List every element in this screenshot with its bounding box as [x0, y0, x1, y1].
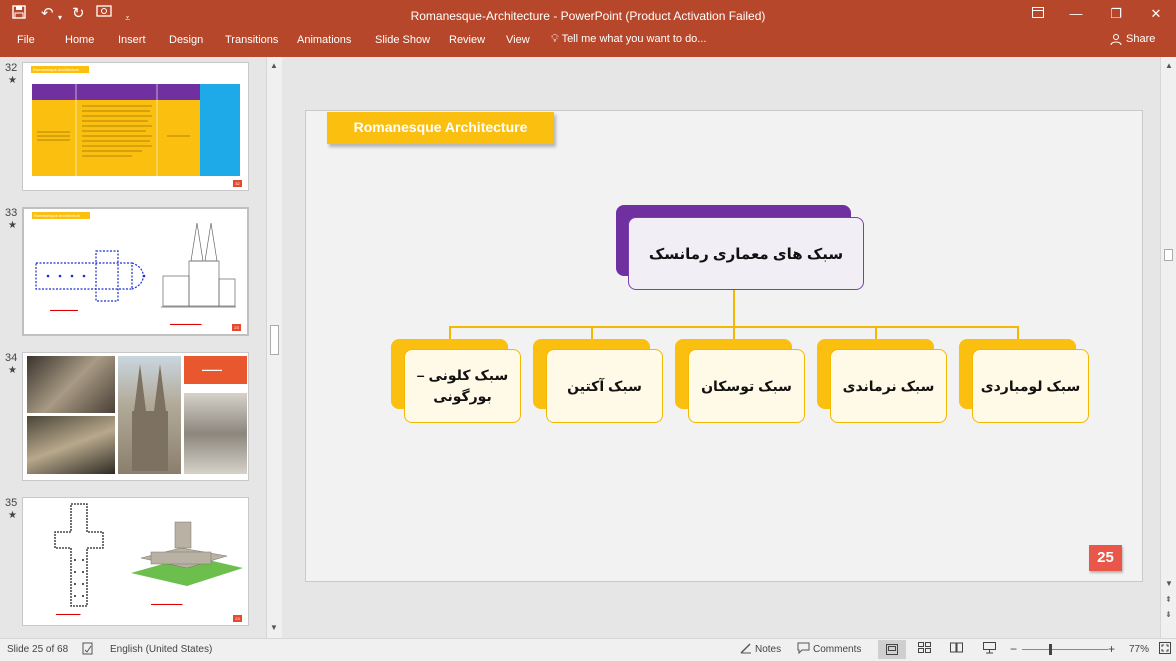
ribbon-tabs: File Home Insert Design Transitions Anim…: [0, 30, 1176, 57]
nave-photo: [184, 393, 247, 474]
ribbon-display-icon[interactable]: [1028, 6, 1048, 21]
animation-star-icon: ★: [8, 75, 17, 86]
child-node-norman[interactable]: سبک نرماندی: [830, 349, 947, 423]
status-bar: Slide 25 of 68 English (United States) N…: [0, 638, 1176, 661]
slide-counter: Slide 25 of 68: [7, 644, 69, 655]
thumbnail-tag: Romanesque Architecture: [32, 212, 90, 219]
thumbnail-page-number: 23: [232, 324, 241, 331]
cathedral-drawing-preview: [161, 222, 236, 308]
vault-photo: [27, 416, 115, 474]
tab-view[interactable]: View: [506, 34, 530, 46]
tab-design[interactable]: Design: [169, 34, 203, 46]
minimize-icon[interactable]: —: [1066, 6, 1086, 21]
slideshow-view-icon[interactable]: [983, 642, 996, 657]
tab-home[interactable]: Home: [65, 34, 94, 46]
scroll-down-icon[interactable]: ▼: [270, 623, 278, 632]
animation-star-icon: ★: [8, 365, 17, 376]
root-node[interactable]: سبک های معماری رمانسک: [628, 217, 864, 290]
thumbnail-tag: Romanesque Architecture: [31, 66, 89, 73]
fit-to-window-icon[interactable]: [1159, 642, 1171, 657]
zoom-level[interactable]: 77%: [1129, 644, 1149, 655]
thumbnail-number: 32: [5, 62, 18, 74]
child-node-cluny[interactable]: سبک کلونی – بورگونی: [404, 349, 521, 423]
slide-thumbnail-33[interactable]: Romanesque Architecture ▬▬▬▬▬▬▬▬ ▬▬▬▬▬▬▬…: [22, 207, 249, 336]
zoom-out-icon[interactable]: −: [1010, 642, 1017, 656]
animation-star-icon: ★: [8, 220, 17, 231]
scroll-up-icon[interactable]: ▲: [1165, 61, 1173, 70]
cathedral-photo: [118, 356, 181, 474]
connector-vertical: [733, 290, 735, 327]
connector-branch: [1017, 326, 1019, 340]
powerpoint-window: ↶ ▾ ↻ ⩡ Romanesque-Architecture - PowerP…: [0, 0, 1176, 661]
tab-animations[interactable]: Animations: [297, 34, 351, 46]
scroll-thumb[interactable]: [270, 325, 279, 355]
slide-scrollbar[interactable]: ▲ ▼ ⇞ ⇟: [1160, 57, 1176, 638]
slide-thumbnail-34[interactable]: ▬▬▬▬▬: [22, 352, 249, 481]
tab-slide-show[interactable]: Slide Show: [375, 34, 430, 46]
title-bar: ↶ ▾ ↻ ⩡ Romanesque-Architecture - PowerP…: [0, 0, 1176, 30]
next-slide-icon[interactable]: ⇟: [1165, 610, 1172, 619]
scroll-thumb[interactable]: [1164, 249, 1173, 261]
scroll-up-icon[interactable]: ▲: [270, 61, 278, 70]
caption-box: ▬▬▬▬▬: [184, 356, 247, 384]
slide-sorter-icon[interactable]: [918, 642, 931, 656]
cathedral-model-preview: [131, 521, 243, 586]
child-node-aquitaine[interactable]: سبک آکتین: [546, 349, 663, 423]
reading-view-icon[interactable]: [950, 642, 963, 656]
thumbnail-scrollbar[interactable]: ▲ ▼: [266, 57, 282, 638]
scroll-down-icon[interactable]: ▼: [1165, 579, 1173, 588]
child-node-tuscan[interactable]: سبک توسکان: [688, 349, 805, 423]
thumbnail-caption: ▬▬▬▬▬▬▬▬▬: [151, 602, 183, 606]
cross-plan-preview: [54, 503, 104, 607]
tab-insert[interactable]: Insert: [118, 34, 146, 46]
thumbnail-caption: ▬▬▬▬▬▬▬: [56, 612, 81, 616]
connector-branch: [733, 326, 735, 340]
normal-view-button[interactable]: [878, 640, 906, 659]
close-icon[interactable]: ✕: [1146, 6, 1166, 22]
lightbulb-icon: 💡︎: [551, 33, 559, 45]
connector-branch: [591, 326, 593, 340]
table-preview: [32, 84, 240, 176]
share-button[interactable]: Share: [1110, 33, 1155, 45]
child-node-lombard[interactable]: سبک لومباردی: [972, 349, 1089, 423]
thumbnail-caption: ▬▬▬▬▬▬▬▬▬: [170, 322, 202, 326]
comments-button[interactable]: Comments: [813, 644, 861, 655]
slide-thumbnail-panel: 32 ★ Romanesque Architecture 32 33 ★ Rom: [0, 57, 266, 638]
tab-file[interactable]: File: [17, 34, 35, 46]
tell-me-text: Tell me what you want to do...: [561, 33, 707, 45]
thumbnail-caption: ▬▬▬▬▬▬▬▬: [50, 308, 78, 312]
tell-me-box[interactable]: 💡︎ Tell me what you want to do...: [551, 33, 706, 46]
floor-plan-preview: [35, 250, 146, 302]
connector-branch: [875, 326, 877, 340]
previous-slide-icon[interactable]: ⇞: [1165, 595, 1172, 604]
window-title: Romanesque-Architecture - PowerPoint (Pr…: [410, 9, 766, 23]
current-slide[interactable]: Romanesque Architecture سبک های معماری ر…: [305, 110, 1143, 582]
comments-icon[interactable]: [797, 642, 810, 657]
notes-icon[interactable]: [740, 642, 752, 657]
thumbnail-page-number: 23: [233, 615, 242, 622]
slide-number-badge: 25: [1089, 545, 1122, 571]
thumbnail-page-number: 32: [233, 180, 242, 187]
notes-button[interactable]: Notes: [755, 644, 781, 655]
zoom-slider-thumb[interactable]: [1049, 644, 1052, 655]
tab-transitions[interactable]: Transitions: [225, 34, 278, 46]
zoom-in-icon[interactable]: +: [1108, 642, 1115, 656]
slide-thumbnail-32[interactable]: Romanesque Architecture 32: [22, 62, 249, 191]
zoom-slider-track[interactable]: [1022, 649, 1108, 650]
slide-title-tag: Romanesque Architecture: [327, 112, 554, 144]
thumbnail-number: 33: [5, 207, 18, 219]
animation-star-icon: ★: [8, 510, 17, 521]
connector-branch: [449, 326, 451, 340]
thumbnail-number: 35: [5, 497, 18, 509]
tab-review[interactable]: Review: [449, 34, 485, 46]
language-indicator[interactable]: English (United States): [110, 644, 212, 655]
slide-thumbnail-35[interactable]: ▬▬▬▬▬▬▬ ▬▬▬▬▬▬▬▬▬ 23: [22, 497, 249, 626]
user-icon: [1110, 34, 1122, 45]
spell-check-icon[interactable]: [82, 642, 94, 658]
restore-icon[interactable]: ❐: [1106, 6, 1126, 22]
interior-photo: [27, 356, 115, 413]
share-label: Share: [1126, 33, 1156, 45]
thumbnail-number: 34: [5, 352, 18, 364]
